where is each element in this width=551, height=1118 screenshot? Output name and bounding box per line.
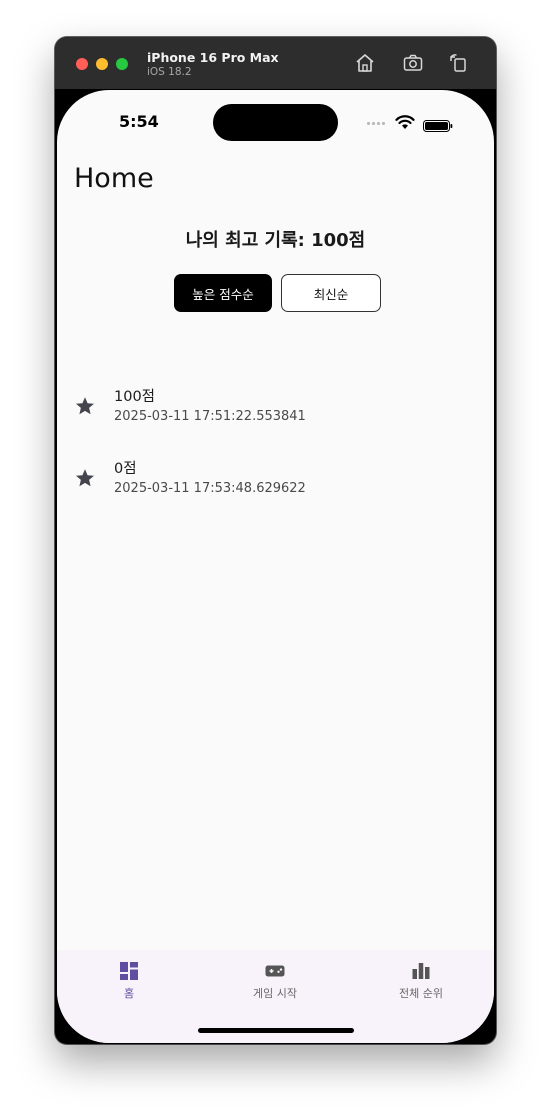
status-time: 5:54	[119, 112, 159, 131]
zoom-window-button[interactable]	[116, 58, 128, 70]
nav-label-ranking: 전체 순위	[399, 987, 443, 1000]
record-item[interactable]: 100점 2025-03-11 17:51:22.553841	[57, 385, 494, 435]
nav-item-game-start[interactable]: 게임 시작	[215, 960, 335, 1010]
simulator-window: iPhone 16 Pro Max iOS 18.2 5:54 Home 나의 …	[55, 37, 496, 1044]
home-indicator	[198, 1028, 354, 1033]
bar-chart-icon	[410, 960, 432, 982]
battery-icon	[423, 117, 453, 132]
nav-item-ranking[interactable]: 전체 순위	[361, 960, 481, 1010]
dynamic-island	[213, 104, 338, 141]
close-window-button[interactable]	[76, 58, 88, 70]
sort-high-score-button[interactable]: 높은 점수순	[174, 274, 272, 312]
wifi-icon	[395, 114, 415, 130]
bottom-navigation: 홈 게임 시작 전체 순위	[57, 950, 494, 1043]
rotate-icon[interactable]	[447, 52, 469, 74]
star-icon	[74, 395, 96, 417]
simulator-titlebar: iPhone 16 Pro Max iOS 18.2	[55, 37, 496, 89]
record-score: 100점	[114, 389, 156, 405]
best-score-heading: 나의 최고 기록: 100점	[185, 230, 366, 251]
signal-dots-icon	[367, 122, 389, 126]
minimize-window-button[interactable]	[96, 58, 108, 70]
page-title: Home	[74, 163, 154, 194]
nav-label-home: 홈	[123, 987, 135, 1000]
record-date: 2025-03-11 17:51:22.553841	[114, 409, 306, 424]
dashboard-icon	[118, 960, 140, 982]
os-version: iOS 18.2	[147, 66, 192, 78]
record-date: 2025-03-11 17:53:48.629622	[114, 481, 306, 496]
star-icon	[74, 467, 96, 489]
phone-screen: 5:54 Home 나의 최고 기록: 100점 높은 점수순 최신순 100점…	[57, 90, 494, 1043]
home-icon[interactable]	[354, 52, 376, 74]
device-name: iPhone 16 Pro Max	[147, 50, 279, 65]
status-icons	[367, 114, 457, 132]
nav-item-home[interactable]: 홈	[69, 960, 189, 1010]
record-score: 0점	[114, 461, 137, 477]
nav-label-game-start: 게임 시작	[253, 987, 297, 1000]
record-item[interactable]: 0점 2025-03-11 17:53:48.629622	[57, 457, 494, 507]
gamepad-icon	[264, 960, 286, 982]
sort-latest-button[interactable]: 최신순	[281, 274, 381, 312]
screenshot-icon[interactable]	[402, 52, 424, 74]
